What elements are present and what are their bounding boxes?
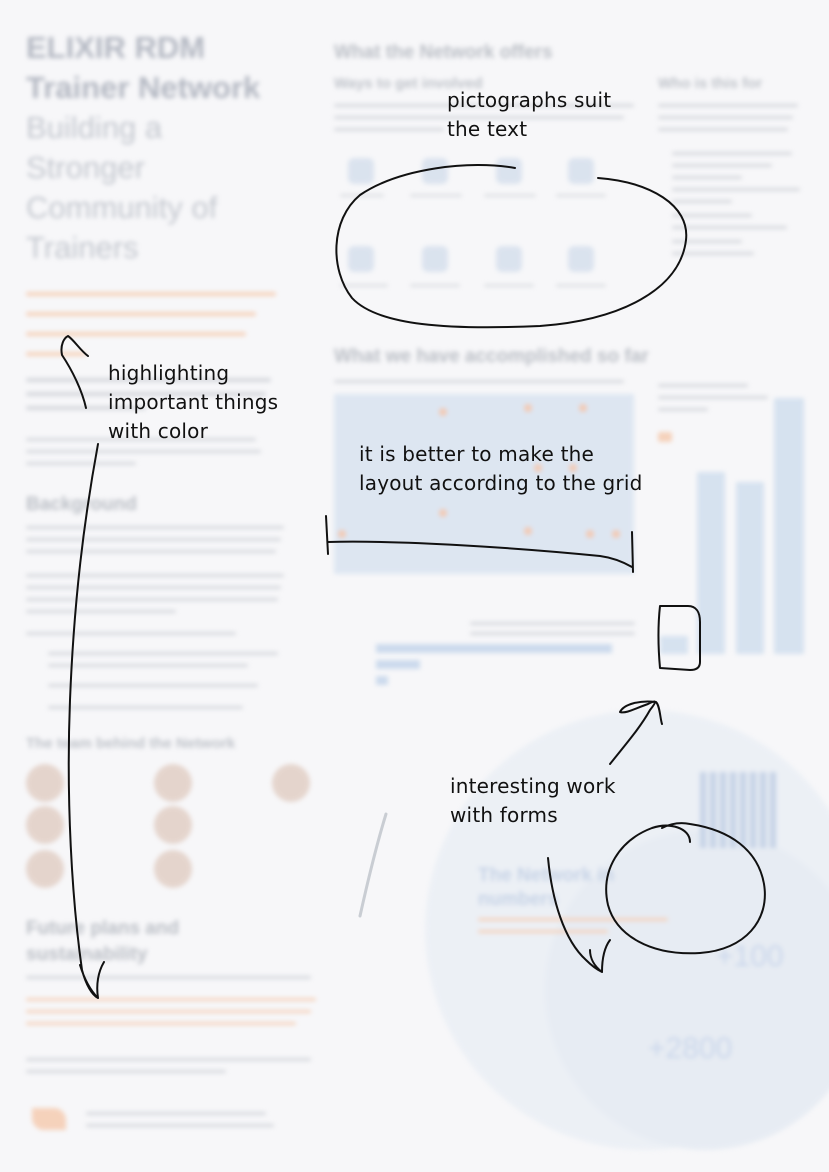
annotation-grid: it is better to make the layout accordin… xyxy=(359,442,643,495)
circle-stroke xyxy=(605,822,766,955)
rect-stroke xyxy=(657,605,701,671)
bracket-stroke xyxy=(325,515,634,573)
faint-stroke xyxy=(358,812,388,918)
annotation-highlighting: highlighting important things with color xyxy=(108,361,279,443)
annotation-forms: interesting work with forms xyxy=(450,774,616,827)
annotation-pictographs: pictographs suit the text xyxy=(447,88,612,141)
ellipse-stroke xyxy=(335,164,688,329)
arrow-down-stroke xyxy=(547,857,611,973)
annotation-strokes xyxy=(60,164,766,999)
squiggle-arrow-stroke xyxy=(609,700,663,765)
long-arrow-stroke xyxy=(67,443,105,999)
arrow-up-stroke xyxy=(60,335,89,409)
